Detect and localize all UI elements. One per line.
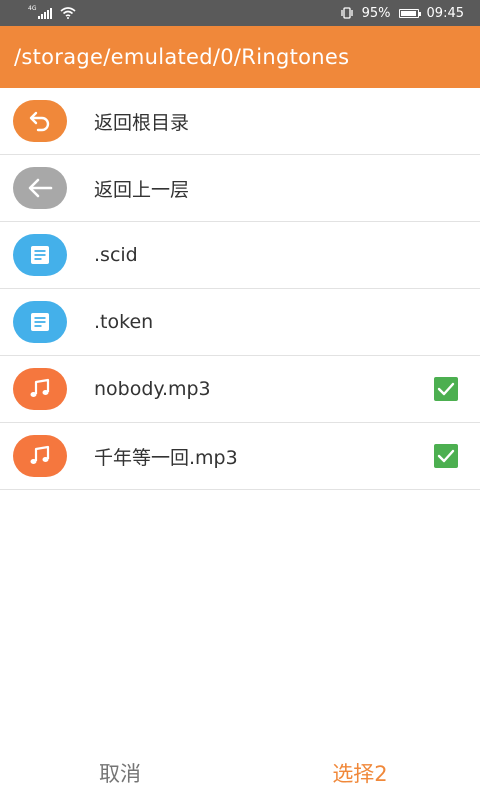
list-item-back-root[interactable]: 返回根目录 bbox=[0, 88, 480, 155]
list-item-label: .token bbox=[94, 311, 154, 333]
status-right: 95% 09:45 bbox=[340, 6, 464, 21]
wifi-icon bbox=[60, 7, 76, 19]
vibrate-icon bbox=[340, 7, 353, 19]
signal-icon bbox=[38, 7, 53, 19]
file-list: 返回根目录 返回上一层 .scid .token nobody.mp3 千年等一… bbox=[0, 88, 480, 490]
battery-fill bbox=[400, 10, 416, 16]
checkbox-checked[interactable] bbox=[434, 444, 458, 468]
list-item-label: 返回上一层 bbox=[94, 178, 190, 201]
undo-icon bbox=[13, 100, 67, 142]
list-item-label: nobody.mp3 bbox=[94, 378, 211, 400]
list-item-label: 千年等一回.mp3 bbox=[94, 446, 238, 469]
select-button[interactable]: 选择2 bbox=[240, 758, 480, 792]
list-item-file[interactable]: 千年等一回.mp3 bbox=[0, 423, 480, 490]
music-note-icon bbox=[13, 368, 67, 410]
list-item-file[interactable]: .token bbox=[0, 289, 480, 356]
document-icon bbox=[13, 234, 67, 276]
status-bar: 4G 95% 09:45 bbox=[0, 0, 480, 26]
clock: 09:45 bbox=[426, 5, 464, 21]
check-icon bbox=[437, 382, 455, 396]
check-icon bbox=[437, 449, 455, 463]
checkbox-checked[interactable] bbox=[434, 377, 458, 401]
current-path: /storage/emulated/0/Ringtones bbox=[14, 45, 350, 69]
app-root: 4G 95% 09:45 /storage/emulated/0/Rington… bbox=[0, 0, 480, 800]
battery-icon bbox=[398, 8, 421, 18]
cancel-button[interactable]: 取消 bbox=[0, 758, 240, 792]
path-header: /storage/emulated/0/Ringtones bbox=[0, 26, 480, 88]
list-item-label: .scid bbox=[94, 244, 138, 266]
list-item-label: 返回根目录 bbox=[94, 111, 190, 134]
network-type: 4G bbox=[28, 5, 37, 12]
list-item-file[interactable]: nobody.mp3 bbox=[0, 356, 480, 423]
status-left: 4G bbox=[28, 5, 76, 19]
music-note-icon bbox=[13, 435, 67, 477]
list-item-back-up[interactable]: 返回上一层 bbox=[0, 155, 480, 222]
document-icon bbox=[13, 301, 67, 343]
bottom-action-bar: 取消 选择2 bbox=[0, 750, 480, 800]
battery-percent: 95% bbox=[361, 5, 391, 21]
arrow-left-icon bbox=[13, 167, 67, 209]
list-item-file[interactable]: .scid bbox=[0, 222, 480, 289]
